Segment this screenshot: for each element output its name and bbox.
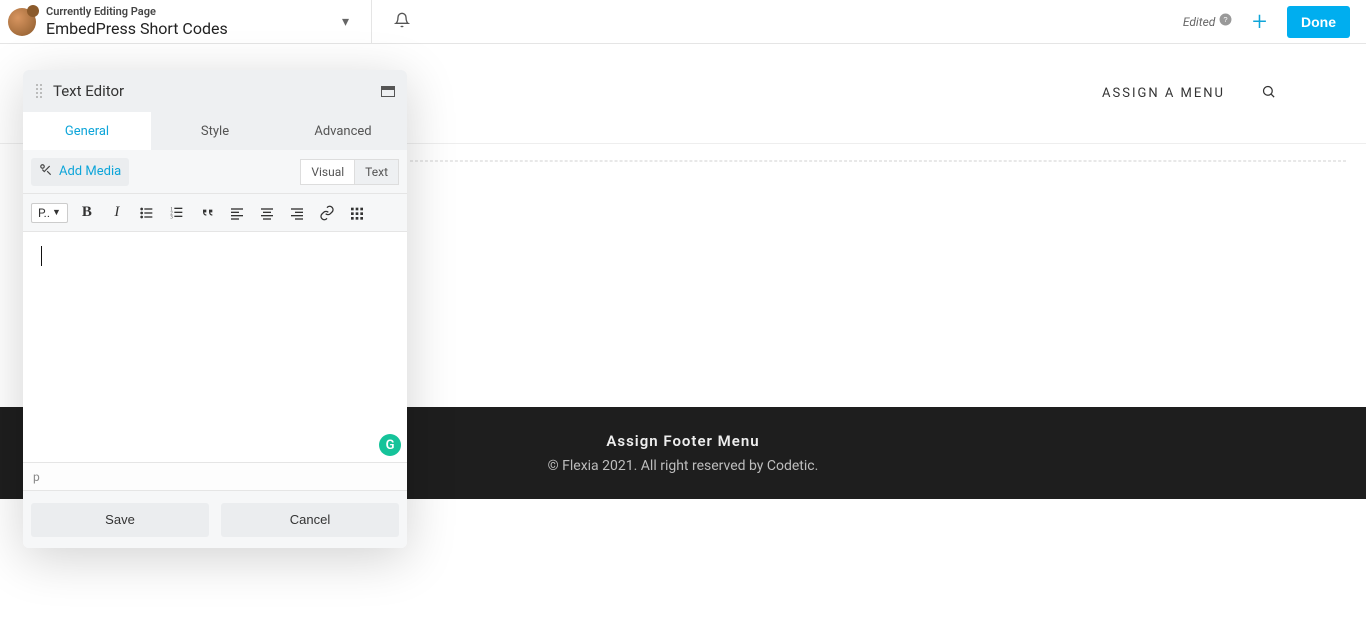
cancel-button[interactable]: Cancel <box>221 503 399 537</box>
element-path[interactable]: p <box>33 470 40 484</box>
assign-menu-link[interactable]: ASSIGN A MENU <box>1102 86 1225 101</box>
edited-status: Edited ? <box>1183 13 1232 30</box>
help-icon[interactable]: ? <box>1219 13 1232 30</box>
editor-mode-visual[interactable]: Visual <box>300 159 355 185</box>
edited-label: Edited <box>1183 15 1215 29</box>
tab-style[interactable]: Style <box>151 112 279 150</box>
bold-button[interactable]: B <box>76 202 98 224</box>
align-left-button[interactable] <box>226 202 248 224</box>
italic-button[interactable]: I <box>106 202 128 224</box>
editor-status-bar: p <box>23 462 407 490</box>
page-title: EmbedPress Short Codes <box>46 19 326 38</box>
text-editor-panel: Text Editor General Style Advanced Add M… <box>23 70 407 548</box>
add-media-label: Add Media <box>59 164 121 179</box>
currently-editing-label: Currently Editing Page <box>46 5 326 18</box>
media-toolbar: Add Media Visual Text <box>23 150 407 194</box>
layout-ghost-outline <box>410 160 1346 420</box>
numbered-list-button[interactable]: 123 <box>166 202 188 224</box>
panel-header[interactable]: Text Editor <box>23 70 407 112</box>
panel-tabs: General Style Advanced <box>23 112 407 150</box>
editor-mode-text[interactable]: Text <box>355 159 399 185</box>
divider <box>371 0 372 44</box>
paragraph-select-label: P.. <box>38 206 50 220</box>
align-right-button[interactable] <box>286 202 308 224</box>
svg-text:3: 3 <box>170 215 173 220</box>
link-button[interactable] <box>316 202 338 224</box>
beaver-logo-icon <box>8 8 36 36</box>
panel-actions: Save Cancel <box>23 490 407 548</box>
media-icon <box>39 163 53 181</box>
toolbar-toggle-button[interactable] <box>346 202 368 224</box>
blockquote-button[interactable] <box>196 202 218 224</box>
svg-text:?: ? <box>1224 15 1228 24</box>
maximize-icon[interactable] <box>381 86 395 97</box>
search-icon[interactable] <box>1261 84 1276 103</box>
tab-general[interactable]: General <box>23 112 151 150</box>
drag-grip-icon[interactable] <box>35 83 43 99</box>
paragraph-format-select[interactable]: P.. ▼ <box>31 203 68 223</box>
panel-title: Text Editor <box>53 82 371 100</box>
notifications-bell-icon[interactable] <box>394 12 410 32</box>
add-content-button[interactable]: + <box>1252 9 1267 35</box>
grammarly-icon[interactable]: G <box>379 434 401 456</box>
align-center-button[interactable] <box>256 202 278 224</box>
done-button[interactable]: Done <box>1287 6 1350 38</box>
caret-down-icon: ▼ <box>52 207 61 218</box>
bulleted-list-button[interactable] <box>136 202 158 224</box>
editor-mode-tabs: Visual Text <box>300 159 399 185</box>
top-bar: Currently Editing Page EmbedPress Short … <box>0 0 1366 44</box>
format-toolbar: P.. ▼ B I 123 <box>23 194 407 232</box>
page-dropdown-chevron-icon[interactable]: ▾ <box>342 14 349 30</box>
text-cursor <box>41 246 42 266</box>
save-button[interactable]: Save <box>31 503 209 537</box>
tab-advanced[interactable]: Advanced <box>279 112 407 150</box>
editor-content-area[interactable]: G <box>23 232 407 462</box>
add-media-button[interactable]: Add Media <box>31 158 129 186</box>
page-info: Currently Editing Page EmbedPress Short … <box>46 5 326 37</box>
